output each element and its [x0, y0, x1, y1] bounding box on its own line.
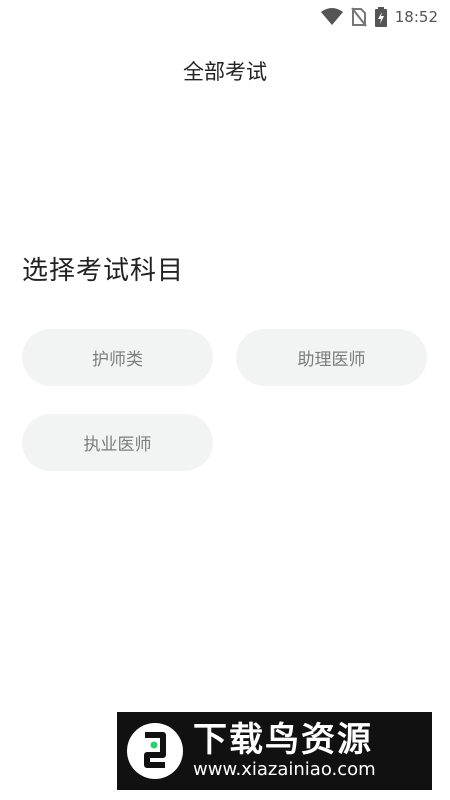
subject-grid: 护师类 助理医师 执业医师 — [22, 329, 428, 471]
watermark-url: www.xiazainiao.com — [193, 759, 376, 780]
watermark-banner: 下载鸟资源 www.xiazainiao.com — [117, 712, 432, 790]
page-title: 全部考试 — [183, 60, 267, 84]
subject-chip-nurse[interactable]: 护师类 — [22, 329, 213, 386]
status-time: 18:52 — [394, 8, 438, 26]
section-title: 选择考试科目 — [22, 256, 185, 286]
wifi-icon — [320, 8, 343, 26]
battery-charging-icon — [374, 7, 387, 27]
bird-logo-icon — [127, 723, 183, 779]
no-sim-icon — [350, 7, 367, 27]
subject-chip-assistant-physician[interactable]: 助理医师 — [236, 329, 427, 386]
watermark-brand: 下载鸟资源 — [193, 720, 373, 760]
subject-chip-licensed-physician[interactable]: 执业医师 — [22, 414, 213, 471]
status-bar: 18:52 — [0, 0, 450, 34]
